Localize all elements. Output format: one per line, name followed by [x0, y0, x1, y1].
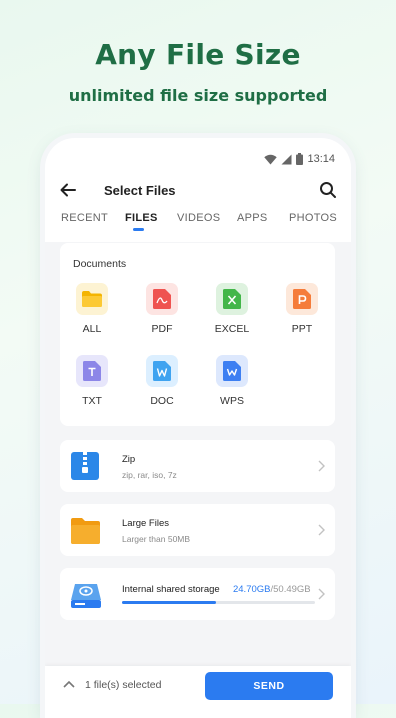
large-files-row[interactable]: Large Files Larger than 50MB: [60, 504, 335, 556]
wps-icon: [216, 355, 248, 387]
tab-apps[interactable]: APPS: [237, 212, 268, 224]
doc-type-label: WPS: [220, 395, 244, 407]
doc-type-label: DOC: [150, 395, 174, 407]
folder-icon: [71, 518, 100, 544]
tab-photos[interactable]: PHOTOS: [289, 212, 337, 224]
doc-type-label: ALL: [82, 323, 102, 335]
send-button[interactable]: SEND: [205, 672, 333, 700]
documents-card: Documents ALL PDF EXCEL PPT TXT DOC WPS: [60, 243, 335, 426]
excel-icon: [216, 283, 248, 315]
storage-used: 24.70GB: [232, 584, 271, 595]
tab-bar: RECENT FILES VIDEOS APPS PHOTOS: [45, 212, 351, 234]
arrow-left-icon[interactable]: [59, 181, 77, 199]
wifi-icon: [264, 154, 278, 164]
status-bar: 13:14: [264, 152, 335, 166]
signal-icon: [281, 154, 292, 164]
status-time: 13:14: [307, 153, 335, 165]
folder-icon: [76, 283, 108, 315]
promo-subline: unlimited file size supported: [68, 86, 328, 105]
doc-type-doc[interactable]: DOC: [133, 355, 191, 407]
doc-type-label: PPT: [291, 323, 313, 335]
promo-headline: Any File Size: [95, 38, 301, 71]
doc-type-wps[interactable]: WPS: [203, 355, 261, 407]
chevron-right-icon: [318, 588, 325, 600]
doc-type-label: PDF: [151, 323, 173, 335]
page-title: Select Files: [104, 183, 176, 198]
storage-icon: [71, 584, 101, 608]
zip-row[interactable]: Zip zip, rar, iso, 7z: [60, 440, 335, 492]
storage-progress-fill: [122, 601, 217, 604]
doc-type-txt[interactable]: TXT: [63, 355, 121, 407]
chevron-up-icon[interactable]: [63, 680, 75, 688]
storage-name: Internal shared storage: [122, 584, 220, 595]
phone-screen: 13:14 Select Files RECENT FILES VIDEOS A…: [45, 138, 351, 718]
tab-videos[interactable]: VIDEOS: [177, 212, 220, 224]
storage-progress-bar: [122, 601, 315, 604]
tab-recent[interactable]: RECENT: [61, 212, 108, 224]
storage-row[interactable]: Internal shared storage 24.70GB/50.49GB: [60, 568, 335, 620]
ppt-icon: [286, 283, 318, 315]
storage-total: /50.49GB: [270, 584, 311, 595]
chevron-right-icon: [318, 460, 325, 472]
txt-icon: [76, 355, 108, 387]
search-icon[interactable]: [319, 181, 337, 199]
doc-type-label: EXCEL: [214, 323, 250, 335]
documents-title: Documents: [73, 258, 127, 270]
bottom-bar: 1 file(s) selected SEND: [45, 666, 351, 718]
doc-icon: [146, 355, 178, 387]
doc-type-excel[interactable]: EXCEL: [203, 283, 261, 335]
zip-icon: [71, 452, 99, 480]
phone-frame: 13:14 Select Files RECENT FILES VIDEOS A…: [45, 138, 351, 718]
battery-icon: [296, 153, 304, 165]
doc-type-label: TXT: [82, 395, 102, 407]
storage-row-name: Internal shared storage 24.70GB/50.49GB: [122, 584, 311, 595]
doc-type-all[interactable]: ALL: [63, 283, 121, 335]
chevron-right-icon: [318, 524, 325, 536]
pdf-icon: [146, 283, 178, 315]
doc-type-ppt[interactable]: PPT: [273, 283, 331, 335]
tab-files[interactable]: FILES: [125, 212, 158, 224]
active-tab-indicator: [133, 228, 144, 231]
selected-count: 1 file(s) selected: [85, 679, 162, 691]
large-files-row-desc: Larger than 50MB: [122, 534, 191, 544]
zip-row-desc: zip, rar, iso, 7z: [122, 470, 177, 480]
app-bar: Select Files: [45, 176, 351, 206]
doc-type-pdf[interactable]: PDF: [133, 283, 191, 335]
zip-row-name: Zip: [122, 454, 136, 465]
large-files-row-name: Large Files: [122, 518, 169, 529]
